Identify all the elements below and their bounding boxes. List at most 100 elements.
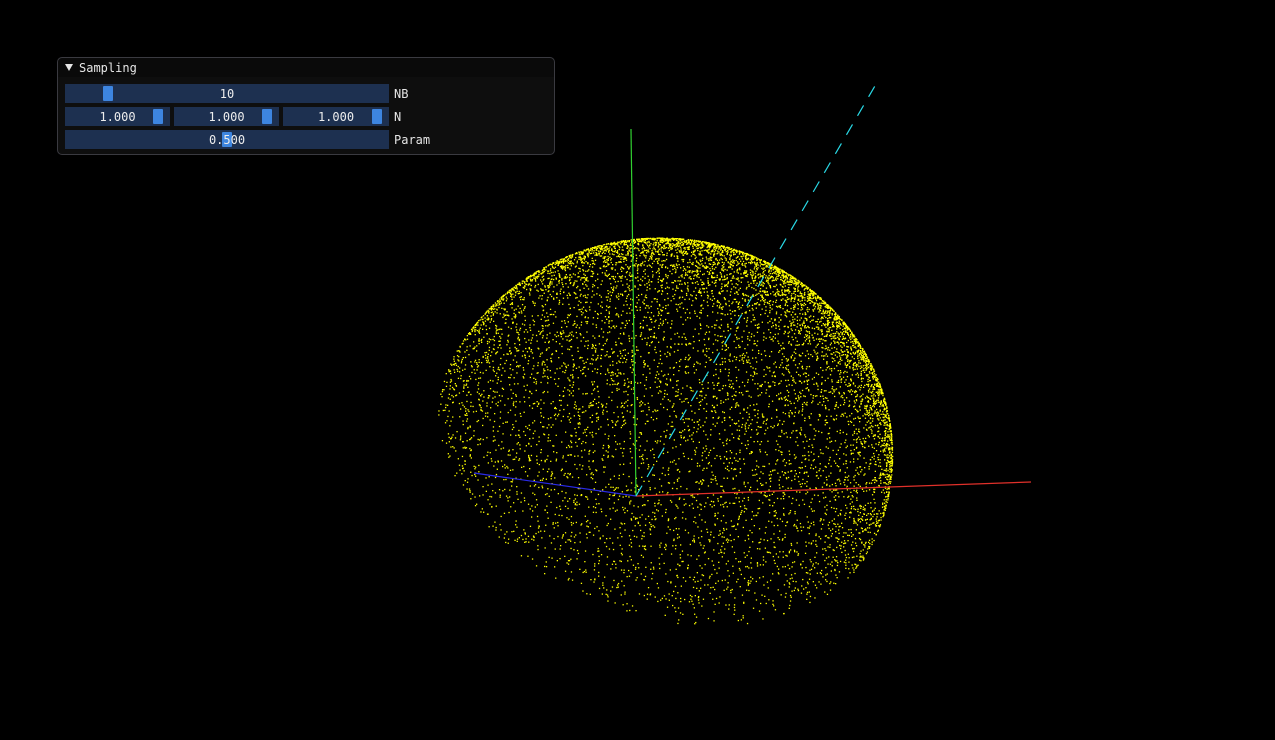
sample-point: [815, 338, 818, 340]
sample-point: [788, 414, 790, 417]
sample-point: [837, 406, 839, 409]
sample-point: [492, 390, 495, 392]
sample-point: [873, 539, 875, 542]
sample-point: [515, 456, 517, 458]
sample-point: [581, 262, 583, 264]
sample-point: [708, 331, 711, 333]
sample-point: [552, 401, 554, 403]
sample-point: [705, 502, 707, 504]
sample-point: [487, 353, 489, 355]
sample-point: [829, 544, 831, 546]
sample-point: [479, 443, 481, 445]
sample-point: [592, 247, 594, 249]
sample-point: [767, 282, 769, 284]
sample-point: [874, 507, 876, 509]
sample-point: [823, 482, 825, 484]
sample-point: [565, 431, 567, 433]
sample-point: [789, 291, 791, 293]
sample-point: [834, 334, 836, 337]
sample-point: [594, 280, 597, 282]
sample-point: [747, 379, 749, 381]
sample-point: [560, 336, 562, 338]
sample-point: [743, 505, 746, 507]
sample-point: [856, 555, 858, 557]
sample-point: [596, 417, 598, 419]
sample-point: [788, 416, 791, 418]
sample-point: [440, 393, 442, 395]
sample-point: [878, 441, 880, 443]
sample-point: [666, 312, 669, 314]
sample-point: [604, 322, 606, 324]
sample-point: [540, 451, 542, 454]
sample-point: [469, 491, 471, 493]
sample-point: [724, 502, 726, 504]
sample-point: [824, 591, 826, 593]
sample-point: [859, 421, 861, 423]
sample-point: [758, 466, 760, 468]
sample-point: [606, 379, 608, 381]
sample-point: [471, 330, 473, 333]
sample-point: [809, 438, 811, 440]
sample-point: [828, 409, 830, 411]
sample-point: [591, 431, 594, 433]
sample-point: [612, 486, 614, 488]
sample-point: [821, 346, 823, 349]
sample-point: [859, 352, 861, 355]
sample-point: [791, 412, 793, 414]
sample-point: [489, 503, 491, 505]
sample-point: [856, 524, 859, 526]
sample-point: [588, 405, 590, 407]
sample-point: [825, 406, 827, 409]
sample-point: [594, 450, 596, 452]
sample-point: [776, 275, 778, 278]
sample-point: [673, 459, 675, 462]
sample-point: [533, 479, 535, 481]
sample-point: [650, 305, 652, 308]
sample-point: [640, 265, 642, 267]
sample-point: [519, 364, 521, 367]
sample-point: [586, 301, 588, 303]
sample-point: [581, 357, 583, 359]
sample-point: [830, 342, 832, 344]
sample-point: [727, 313, 729, 315]
sample-point: [514, 317, 516, 319]
sample-point: [605, 265, 608, 267]
sample-point: [777, 472, 779, 474]
sample-point: [689, 312, 691, 314]
sample-point: [639, 402, 641, 404]
sample-point: [881, 402, 883, 404]
sample-point: [499, 400, 502, 402]
sample-point: [470, 437, 473, 439]
sample-point: [702, 351, 704, 353]
sample-point: [538, 463, 540, 466]
sample-point: [561, 278, 563, 280]
sample-point: [535, 280, 537, 282]
sample-point: [772, 427, 774, 429]
sample-point: [608, 483, 610, 485]
sample-point: [602, 584, 604, 586]
sample-point: [483, 396, 485, 398]
sample-point: [645, 518, 647, 520]
sample-point: [751, 275, 753, 277]
sample-point: [863, 367, 865, 370]
sample-point: [550, 501, 552, 503]
sample-point: [709, 541, 711, 543]
sample-point: [547, 391, 549, 393]
sample-point: [617, 293, 620, 295]
sample-point: [494, 391, 496, 393]
sample-point: [558, 399, 561, 402]
sample-point: [769, 307, 771, 309]
sample-point: [846, 445, 848, 447]
sample-point: [722, 313, 724, 315]
sample-point: [534, 277, 536, 280]
sample-point: [698, 424, 700, 426]
sample-point: [448, 410, 450, 412]
sample-point: [576, 468, 578, 470]
sample-point: [734, 597, 736, 599]
sample-point: [793, 379, 795, 381]
sample-point: [464, 463, 466, 465]
sample-point: [763, 375, 765, 377]
sample-point: [655, 251, 657, 253]
sample-point: [804, 552, 807, 554]
sample-point: [614, 373, 617, 375]
